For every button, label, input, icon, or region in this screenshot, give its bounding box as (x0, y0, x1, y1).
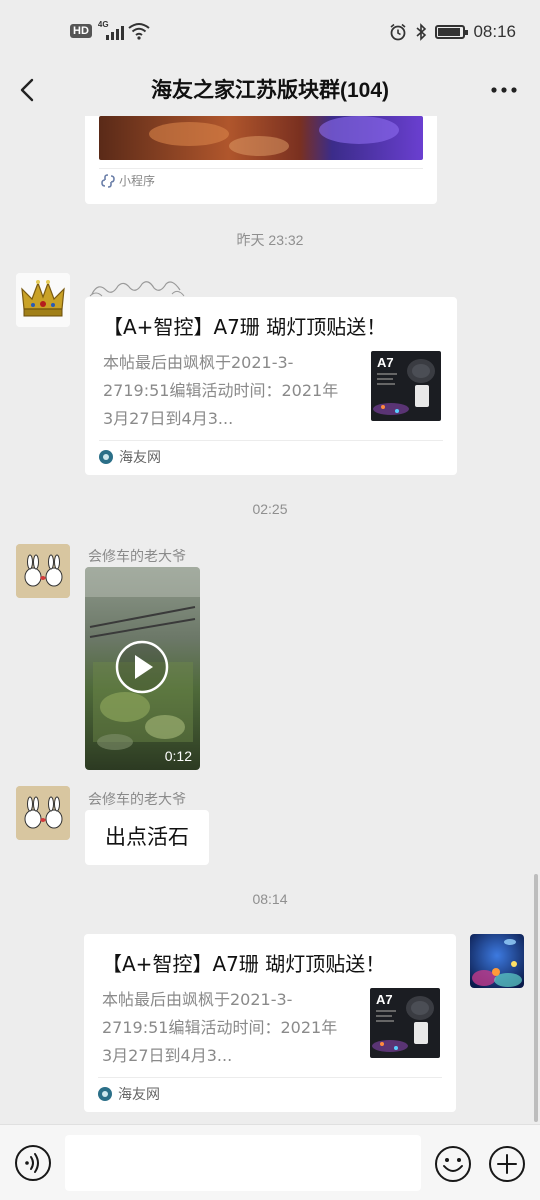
avatar-self-reef[interactable] (470, 934, 524, 988)
thumbnail-label: A7 (377, 355, 394, 370)
video-message[interactable]: 0:12 (85, 567, 200, 770)
sender-name: 会修车的老大爷 (88, 548, 186, 564)
link-title: 【A+智控】A7珊 瑚灯顶贴送！ (103, 315, 387, 339)
link-source: 海友网 (99, 447, 161, 467)
link-title: 【A+智控】A7珊 瑚灯顶贴送！ (102, 952, 386, 976)
emoji-icon[interactable] (433, 1144, 473, 1184)
status-left: HD 4G (70, 20, 150, 40)
divider (99, 440, 443, 441)
link-source-label: 海友网 (119, 450, 161, 466)
avatar-crown[interactable] (16, 273, 70, 327)
chat-title: 海友之家江苏版块群(104) (150, 79, 390, 102)
thumbnail-label: A7 (376, 992, 393, 1007)
scrollbar[interactable] (534, 874, 538, 1122)
link-thumbnail: A7 (370, 988, 440, 1058)
mini-program-icon (101, 173, 115, 188)
bluetooth-icon (416, 23, 427, 41)
status-bar: HD 4G 08:16 (0, 0, 540, 64)
site-logo-icon (98, 1087, 112, 1101)
timestamp: 02:25 (252, 501, 288, 517)
chat-header: 海友之家江苏版块群(104) (0, 64, 540, 116)
avatar-rabbits[interactable] (16, 544, 70, 598)
shared-link-card[interactable]: 【A+智控】A7珊 瑚灯顶贴送！ 本帖最后由飒枫于2021-3-2719:51编… (85, 297, 457, 475)
divider (98, 1077, 442, 1078)
mini-program-image (99, 116, 423, 160)
avatar-rabbits[interactable] (16, 786, 70, 840)
hd-badge: HD (70, 24, 92, 38)
link-thumbnail: A7 (371, 351, 441, 421)
chat-messages[interactable]: 小程序 昨天 23:32 【A+智控】A7珊 瑚灯顶贴送！ 本帖最后由飒枫于20… (0, 116, 540, 1124)
status-right: 08:16 (389, 22, 516, 42)
message-input-bar (0, 1124, 540, 1200)
mini-program-label: 小程序 (119, 174, 156, 188)
link-source-label: 海友网 (118, 1087, 160, 1103)
battery-icon (435, 25, 469, 39)
site-logo-icon (99, 450, 113, 464)
text-message-bubble[interactable]: 出点活石 (85, 810, 209, 865)
timestamp: 昨天 23:32 (236, 232, 304, 248)
more-options-icon[interactable] (488, 76, 520, 104)
sender-name: 会修车的老大爷 (88, 791, 186, 807)
wifi-icon (128, 23, 150, 40)
shared-link-card-outgoing[interactable]: 【A+智控】A7珊 瑚灯顶贴送！ 本帖最后由飒枫于2021-3-2719:51编… (84, 934, 456, 1112)
link-description: 本帖最后由飒枫于2021-3-2719:51编辑活动时间：2021年3月27日到… (103, 353, 339, 428)
divider (99, 168, 423, 169)
video-duration: 0:12 (164, 748, 192, 764)
message-text-input[interactable] (65, 1135, 421, 1191)
alarm-icon (390, 23, 406, 41)
link-source: 海友网 (98, 1084, 160, 1104)
mini-program-footer: 小程序 (101, 172, 155, 189)
timestamp: 08:14 (252, 891, 288, 907)
voice-input-icon[interactable] (14, 1144, 52, 1182)
plus-icon[interactable] (487, 1144, 527, 1184)
link-description: 本帖最后由飒枫于2021-3-2719:51编辑活动时间：2021年3月27日到… (102, 990, 338, 1065)
status-time: 08:16 (473, 22, 516, 41)
signal-icon: 4G (98, 20, 124, 40)
mini-program-card[interactable]: 小程序 (85, 116, 437, 204)
